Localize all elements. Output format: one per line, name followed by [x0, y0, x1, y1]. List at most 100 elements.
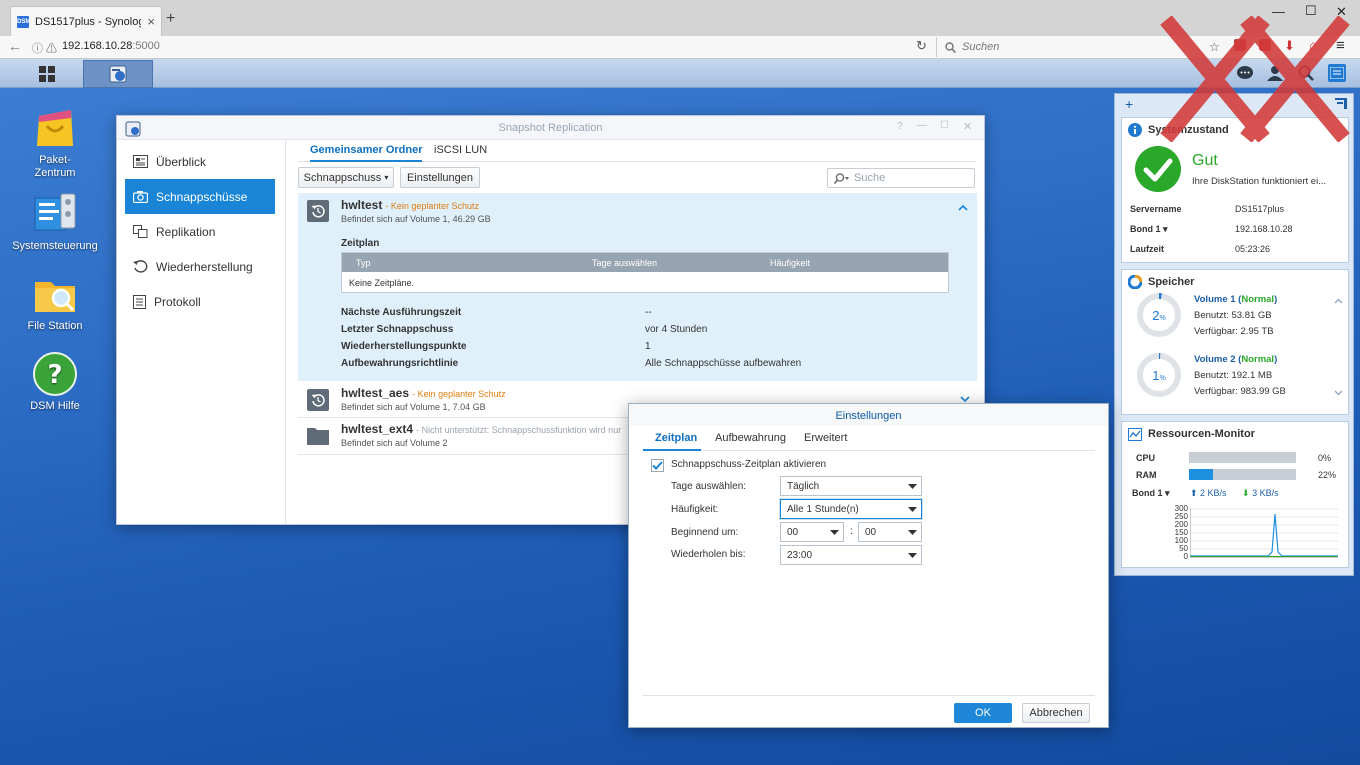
- volume-free: Verfügbar: 2.95 TB: [1194, 326, 1274, 337]
- detail-value: --: [645, 307, 652, 318]
- site-info-icon[interactable]: ⓘ ⚠: [32, 40, 57, 56]
- control-panel-icon: [33, 192, 77, 236]
- health-status: Gut: [1192, 152, 1218, 169]
- sidebar-item-log[interactable]: Protokoll: [125, 284, 275, 319]
- close-icon[interactable]: ✕: [963, 120, 972, 133]
- ram-bar: [1189, 469, 1296, 480]
- snapshot-name: hwltest_ext4: [341, 422, 414, 436]
- sidebar-item-snapshots[interactable]: Schnappschüsse: [125, 179, 275, 214]
- scroll-down-chevron-icon[interactable]: [1334, 390, 1343, 396]
- cpu-value: 0%: [1318, 453, 1332, 463]
- frequency-select-value: Alle 1 Stunde(n): [787, 503, 859, 515]
- main-menu-button[interactable]: [12, 60, 82, 88]
- days-label: Tage auswählen:: [671, 481, 747, 492]
- tab-retention[interactable]: Aufbewahrung: [715, 432, 786, 444]
- snapshot-search-input[interactable]: Suche: [827, 168, 975, 188]
- new-tab-icon[interactable]: +: [166, 10, 175, 28]
- network-bond-selector[interactable]: Bond 1 ▾: [1132, 488, 1170, 499]
- health-row-label: Servername: [1130, 204, 1182, 214]
- start-time-label: Beginnend um:: [671, 527, 739, 538]
- settings-dialog: Einstellungen Zeitplan Aufbewahrung Erwe…: [628, 403, 1109, 728]
- tab-schedule[interactable]: Zeitplan: [655, 432, 697, 444]
- overview-icon: [133, 155, 148, 168]
- dialog-tabs: Zeitplan Aufbewahrung Erweitert: [643, 426, 1095, 451]
- search-placeholder: Suche: [854, 172, 886, 184]
- detail-label: Letzter Schnappschuss: [341, 324, 454, 335]
- folder-icon: [307, 425, 329, 445]
- minimize-icon[interactable]: —: [917, 120, 927, 131]
- storage-widget: Speicher 2% Volume 1 (Normal) Benutzt: 5…: [1121, 269, 1349, 415]
- back-arrow-icon[interactable]: ←: [8, 38, 22, 54]
- resource-monitor-widget: Ressourcen-Monitor CPU 0% RAM 22% Bond 1…: [1121, 421, 1349, 568]
- maximize-icon[interactable]: ☐: [940, 120, 949, 131]
- tab-advanced[interactable]: Erweitert: [804, 432, 847, 444]
- start-hour-select[interactable]: 00: [780, 522, 844, 542]
- desktop-icon-package-center[interactable]: Paket- Zentrum: [10, 106, 100, 180]
- desktop-icon-file-station[interactable]: File Station: [10, 272, 100, 333]
- health-message: Ihre DiskStation funktioniert ei...: [1192, 176, 1327, 187]
- collapse-chevron-icon[interactable]: [958, 204, 968, 211]
- health-row-value: 05:23:26: [1235, 244, 1271, 254]
- package-center-icon: [33, 106, 77, 150]
- dialog-footer-divider: [643, 695, 1095, 696]
- caret-down-icon: ▾: [384, 173, 389, 182]
- scroll-up-chevron-icon[interactable]: [1334, 298, 1343, 304]
- search-icon: [945, 41, 956, 53]
- health-row-label-bond[interactable]: Bond 1 ▾: [1130, 224, 1168, 235]
- detail-label: Aufbewahrungsrichtlinie: [341, 358, 459, 369]
- sidebar-item-overview[interactable]: Überblick: [125, 144, 275, 179]
- snapshot-name: hwltest: [341, 198, 383, 212]
- dropdown-arrow-icon: [903, 523, 921, 541]
- url-port: :5000: [132, 40, 160, 52]
- close-tab-icon[interactable]: ×: [147, 14, 155, 29]
- snapshot-status: Kein geplanter Schutz: [390, 201, 479, 211]
- help-icon[interactable]: ?: [897, 121, 903, 132]
- health-row-value: DS1517plus: [1235, 204, 1285, 214]
- desktop-icon-label: DSM Hilfe: [30, 400, 80, 412]
- synology-favicon-icon: DSM: [17, 15, 30, 28]
- expand-chevron-icon[interactable]: [960, 396, 970, 403]
- enable-schedule-label: Schnappschuss-Zeitplan aktivieren: [671, 459, 827, 470]
- start-hour-value: 00: [787, 526, 799, 538]
- start-minute-select[interactable]: 00: [858, 522, 922, 542]
- grid-menu-icon: [39, 66, 55, 82]
- schedule-section-title: Zeitplan: [341, 238, 380, 249]
- browser-tab[interactable]: DSM DS1517plus - Synology Disk ×: [10, 6, 162, 36]
- settings-button[interactable]: Einstellungen: [400, 167, 480, 188]
- frequency-select[interactable]: Alle 1 Stunde(n): [780, 499, 922, 519]
- sidebar-item-replication[interactable]: Replikation: [125, 214, 275, 249]
- tab-iscsi-lun[interactable]: iSCSI LUN: [434, 144, 487, 156]
- camera-icon: [133, 191, 148, 203]
- active-tab-underline: [310, 160, 422, 162]
- ok-button[interactable]: OK: [954, 703, 1012, 723]
- url-field[interactable]: 192.168.10.28:5000: [62, 40, 160, 52]
- desktop-icon-dsm-help[interactable]: ? DSM Hilfe: [10, 352, 100, 413]
- dropdown-arrow-icon: [903, 500, 921, 518]
- snapshot-dropdown-button[interactable]: Schnappschuss ▾: [298, 167, 394, 188]
- browser-tab-bar: [0, 0, 1360, 36]
- desktop-icon-control-panel[interactable]: Systemsteuerung: [10, 192, 100, 253]
- tab-shared-folder[interactable]: Gemeinsamer Ordner: [310, 144, 423, 156]
- snapshot-location: Befindet sich auf Volume 1, 7.04 GB: [341, 402, 486, 412]
- snapshot-button-label: Schnappschuss: [303, 171, 382, 184]
- dialog-title[interactable]: Einstellungen: [629, 404, 1108, 426]
- detail-label: Wiederherstellungspunkte: [341, 341, 467, 352]
- sidebar-item-label: Überblick: [156, 154, 207, 169]
- reload-icon[interactable]: ↻: [916, 38, 927, 54]
- snapshot-status: Kein geplanter Schutz: [417, 389, 506, 399]
- snapshot-title: hwltest_aes - Kein geplanter Schutz: [341, 386, 506, 400]
- taskbar-snapshot-replication-button[interactable]: [83, 60, 153, 88]
- widget-panel: + Systemzustand Gut Ihre DiskStation fun…: [1114, 93, 1354, 576]
- snapshot-history-icon: [307, 389, 329, 411]
- detail-value: 1: [645, 341, 651, 352]
- repeat-until-select[interactable]: 23:00: [780, 545, 922, 565]
- days-select[interactable]: Täglich: [780, 476, 922, 496]
- url-host: 192.168.10.28: [62, 40, 133, 52]
- health-row-value: 192.168.10.28: [1235, 224, 1293, 234]
- network-chart-ytick: 0: [1183, 552, 1188, 561]
- cancel-button[interactable]: Abbrechen: [1022, 703, 1090, 723]
- add-widget-icon[interactable]: +: [1125, 96, 1133, 112]
- enable-schedule-checkbox[interactable]: [651, 459, 664, 472]
- window-title-bar[interactable]: Snapshot Replication ? — ☐ ✕: [117, 116, 984, 140]
- sidebar-item-restore[interactable]: Wiederherstellung: [125, 249, 275, 284]
